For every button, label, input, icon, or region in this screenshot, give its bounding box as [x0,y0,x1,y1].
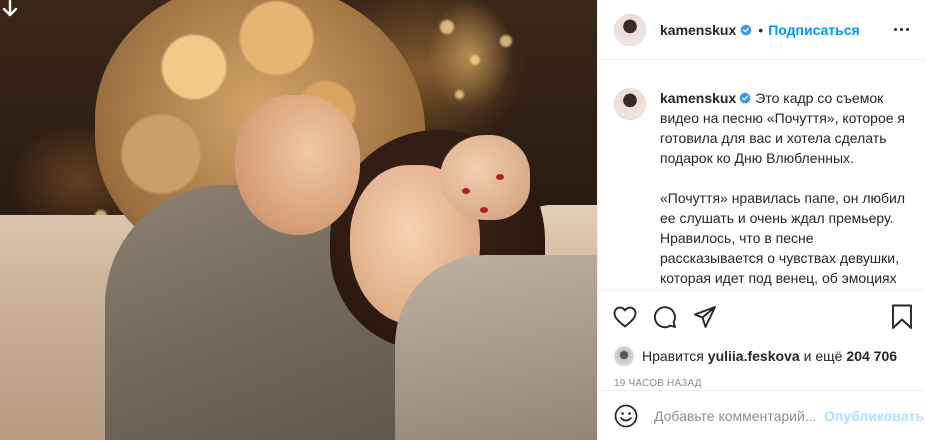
face [235,95,360,235]
liker-username[interactable]: yuliia.feskova [708,348,800,364]
down-arrow-icon[interactable] [2,0,20,20]
caption: kamenskux Это кадр со съемок видео на пе… [614,88,909,290]
action-bar [598,290,925,343]
separator-dot: • [758,21,764,38]
likes-middle: и ещё [803,348,843,364]
nail [462,188,470,194]
comment-composer: Опубликовать [598,390,925,440]
heart-icon[interactable] [612,304,638,330]
caption-text: kamenskux Это кадр со съемок видео на пе… [660,88,909,290]
light-bokeh [455,90,464,99]
caption-paragraph-2: «Почуття» нравилась папе, он любил ее сл… [660,190,905,286]
verified-badge-icon [739,92,751,104]
post-header: kamenskux • Подписаться [598,0,925,60]
post-photo[interactable] [0,0,597,440]
nail [496,174,504,180]
cardigan [395,255,597,440]
follow-button[interactable]: Подписаться [768,22,860,38]
liker-avatar[interactable] [614,346,634,366]
likes-prefix: Нравится [642,348,704,364]
more-options-icon[interactable] [890,24,913,35]
username-link[interactable]: kamenskux [660,22,736,38]
light-bokeh [500,35,512,47]
comment-input[interactable] [654,407,824,424]
share-icon[interactable] [692,304,718,330]
caption-paragraph: kamenskux Это кадр со съемок видео на пе… [660,88,909,168]
likes-row: Нравится yuliia.feskova и ещё 204 706 [598,343,925,369]
publish-button[interactable]: Опубликовать [824,408,924,424]
bookmark-icon[interactable] [889,304,915,330]
emoji-icon[interactable] [614,404,638,428]
avatar[interactable] [614,13,646,46]
username-link[interactable]: kamenskux [660,90,736,106]
comments-area[interactable]: kamenskux Это кадр со съемок видео на пе… [598,60,925,290]
post-sidebar: kamenskux • Подписаться kamenskux Это ка… [597,0,925,440]
avatar[interactable] [614,88,646,120]
nail [480,207,488,213]
light-bokeh [470,55,480,65]
light-bokeh [440,20,454,34]
comment-icon[interactable] [652,304,678,330]
likes-count[interactable]: 204 706 [846,348,897,364]
verified-badge-icon [740,23,752,36]
